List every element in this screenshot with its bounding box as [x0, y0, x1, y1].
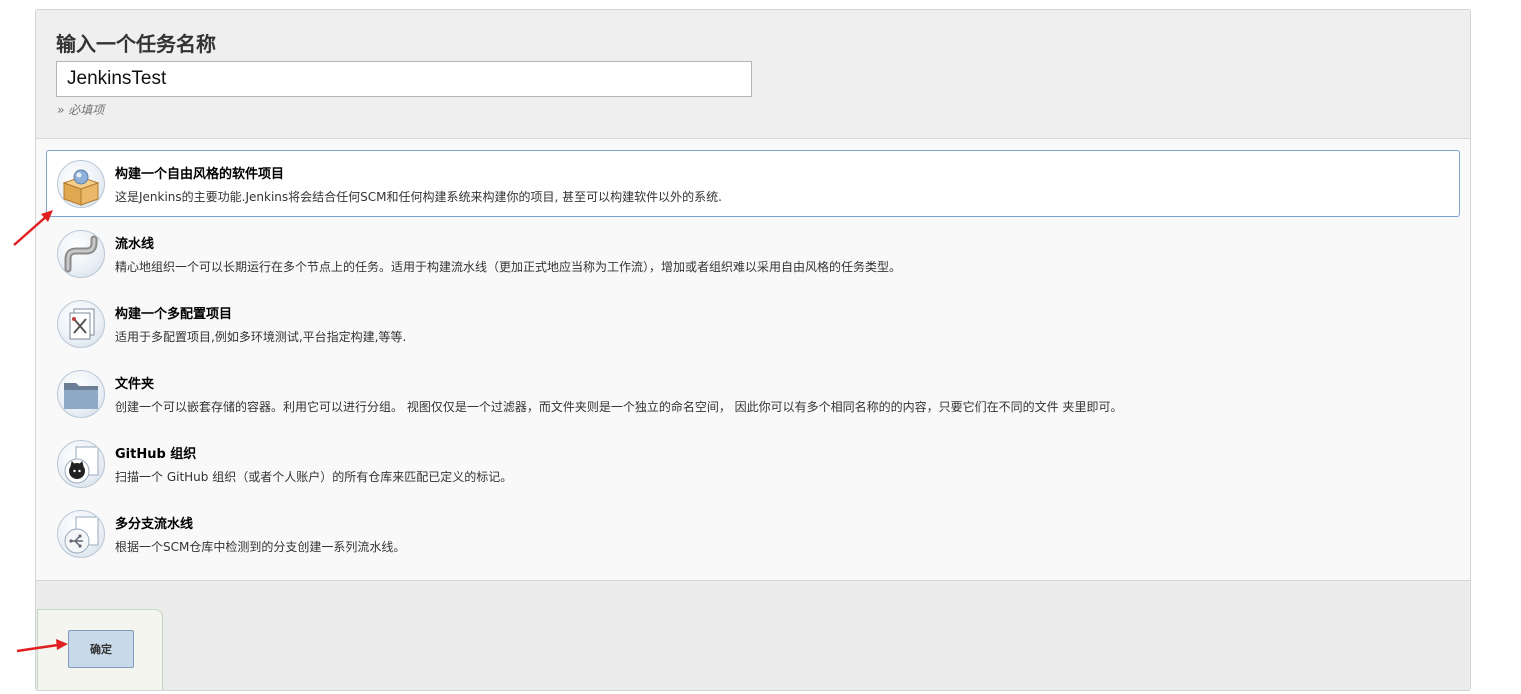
github-icon [57, 440, 105, 488]
item-title: 多分支流水线 [115, 517, 194, 532]
item-type-multi-config[interactable]: 构建一个多配置项目 适用于多配置项目,例如多环境测试,平台指定构建,等等. [46, 290, 1460, 357]
task-name-input[interactable] [56, 61, 752, 97]
item-description: 创建一个可以嵌套存储的容器。利用它可以进行分组。 视图仅仅是一个过滤器，而文件夹… [115, 400, 1123, 414]
item-title: 构建一个自由风格的软件项目 [115, 167, 285, 182]
name-section: 输入一个任务名称 » 必填项 [36, 10, 1470, 139]
item-description: 精心地组织一个可以长期运行在多个节点上的任务。适用于构建流水线（更加正式地应当称… [115, 260, 902, 274]
item-title: GitHub 组织 [115, 447, 197, 462]
item-type-github-org[interactable]: GitHub 组织 扫描一个 GitHub 组织（或者个人账户）的所有仓库来匹配… [46, 430, 1460, 497]
annotation-arrow-icon [13, 210, 53, 246]
item-title: 文件夹 [115, 377, 155, 392]
page-title: 输入一个任务名称 [56, 32, 216, 56]
item-description: 根据一个SCM仓库中检测到的分支创建一系列流水线。 [115, 540, 406, 554]
multibranch-icon [57, 510, 105, 558]
ok-button[interactable]: 确定 [68, 630, 134, 668]
folder-icon [57, 370, 105, 418]
item-type-freestyle[interactable]: 构建一个自由风格的软件项目 这是Jenkins的主要功能.Jenkins将会结合… [46, 150, 1460, 217]
multi-config-icon [57, 300, 105, 348]
item-title: 构建一个多配置项目 [115, 307, 233, 322]
item-type-pipeline[interactable]: 流水线 精心地组织一个可以长期运行在多个节点上的任务。适用于构建流水线（更加正式… [46, 220, 1460, 287]
pipeline-icon [57, 230, 105, 278]
item-description: 适用于多配置项目,例如多环境测试,平台指定构建,等等. [115, 330, 407, 344]
item-type-multibranch[interactable]: 多分支流水线 根据一个SCM仓库中检测到的分支创建一系列流水线。 [46, 500, 1460, 567]
item-description: 这是Jenkins的主要功能.Jenkins将会结合任何SCM和任何构建系统来构… [115, 190, 722, 204]
item-type-folder[interactable]: 文件夹 创建一个可以嵌套存储的容器。利用它可以进行分组。 视图仅仅是一个过滤器，… [46, 360, 1460, 427]
annotation-arrow-icon [16, 639, 68, 653]
item-description: 扫描一个 GitHub 组织（或者个人账户）的所有仓库来匹配已定义的标记。 [115, 470, 513, 484]
footer-bar: 确定 [36, 580, 1470, 690]
required-hint: » 必填项 [57, 103, 105, 117]
new-item-panel: 输入一个任务名称 » 必填项 构建一个自由风格的软件项目 这是Jenkins的主… [35, 9, 1471, 691]
item-title: 流水线 [115, 237, 155, 252]
freestyle-box-icon [57, 160, 105, 208]
